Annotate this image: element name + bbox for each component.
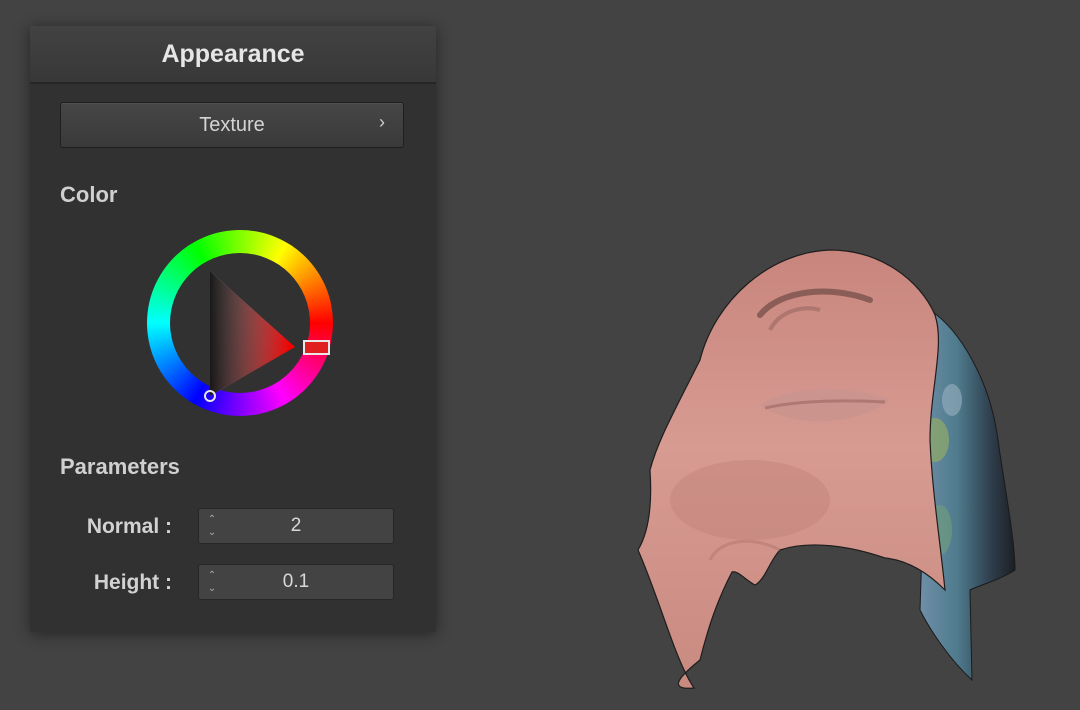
3d-viewport[interactable]: Appearance Texture › Color Parameters No… [0,0,1080,710]
height-spinbox[interactable]: ⌃ ⌄ 0.1 [198,564,394,600]
hue-marker[interactable] [303,340,330,355]
color-wheel[interactable] [147,230,333,416]
texture-button-label: Texture [199,113,265,136]
spin-arrows-icon[interactable]: ⌃ ⌄ [205,513,219,539]
normal-value[interactable]: 2 [291,515,302,537]
height-value[interactable]: 0.1 [283,571,309,593]
color-section-label: Color [60,182,118,207]
height-label: Height : [93,571,172,594]
chevron-right-icon: › [379,112,385,132]
appearance-panel: Appearance Texture › Color Parameters No… [30,26,436,632]
spin-arrows-icon[interactable]: ⌃ ⌄ [205,569,219,595]
normal-spinbox[interactable]: ⌃ ⌄ 2 [198,508,394,544]
normal-label: Normal : [86,515,172,538]
textured-mesh-preview [637,249,1016,689]
panel-title: Appearance [30,26,436,84]
saturation-value-triangle[interactable] [147,230,333,416]
texture-button[interactable]: Texture › [60,102,404,148]
parameters-section-label: Parameters [60,454,180,479]
